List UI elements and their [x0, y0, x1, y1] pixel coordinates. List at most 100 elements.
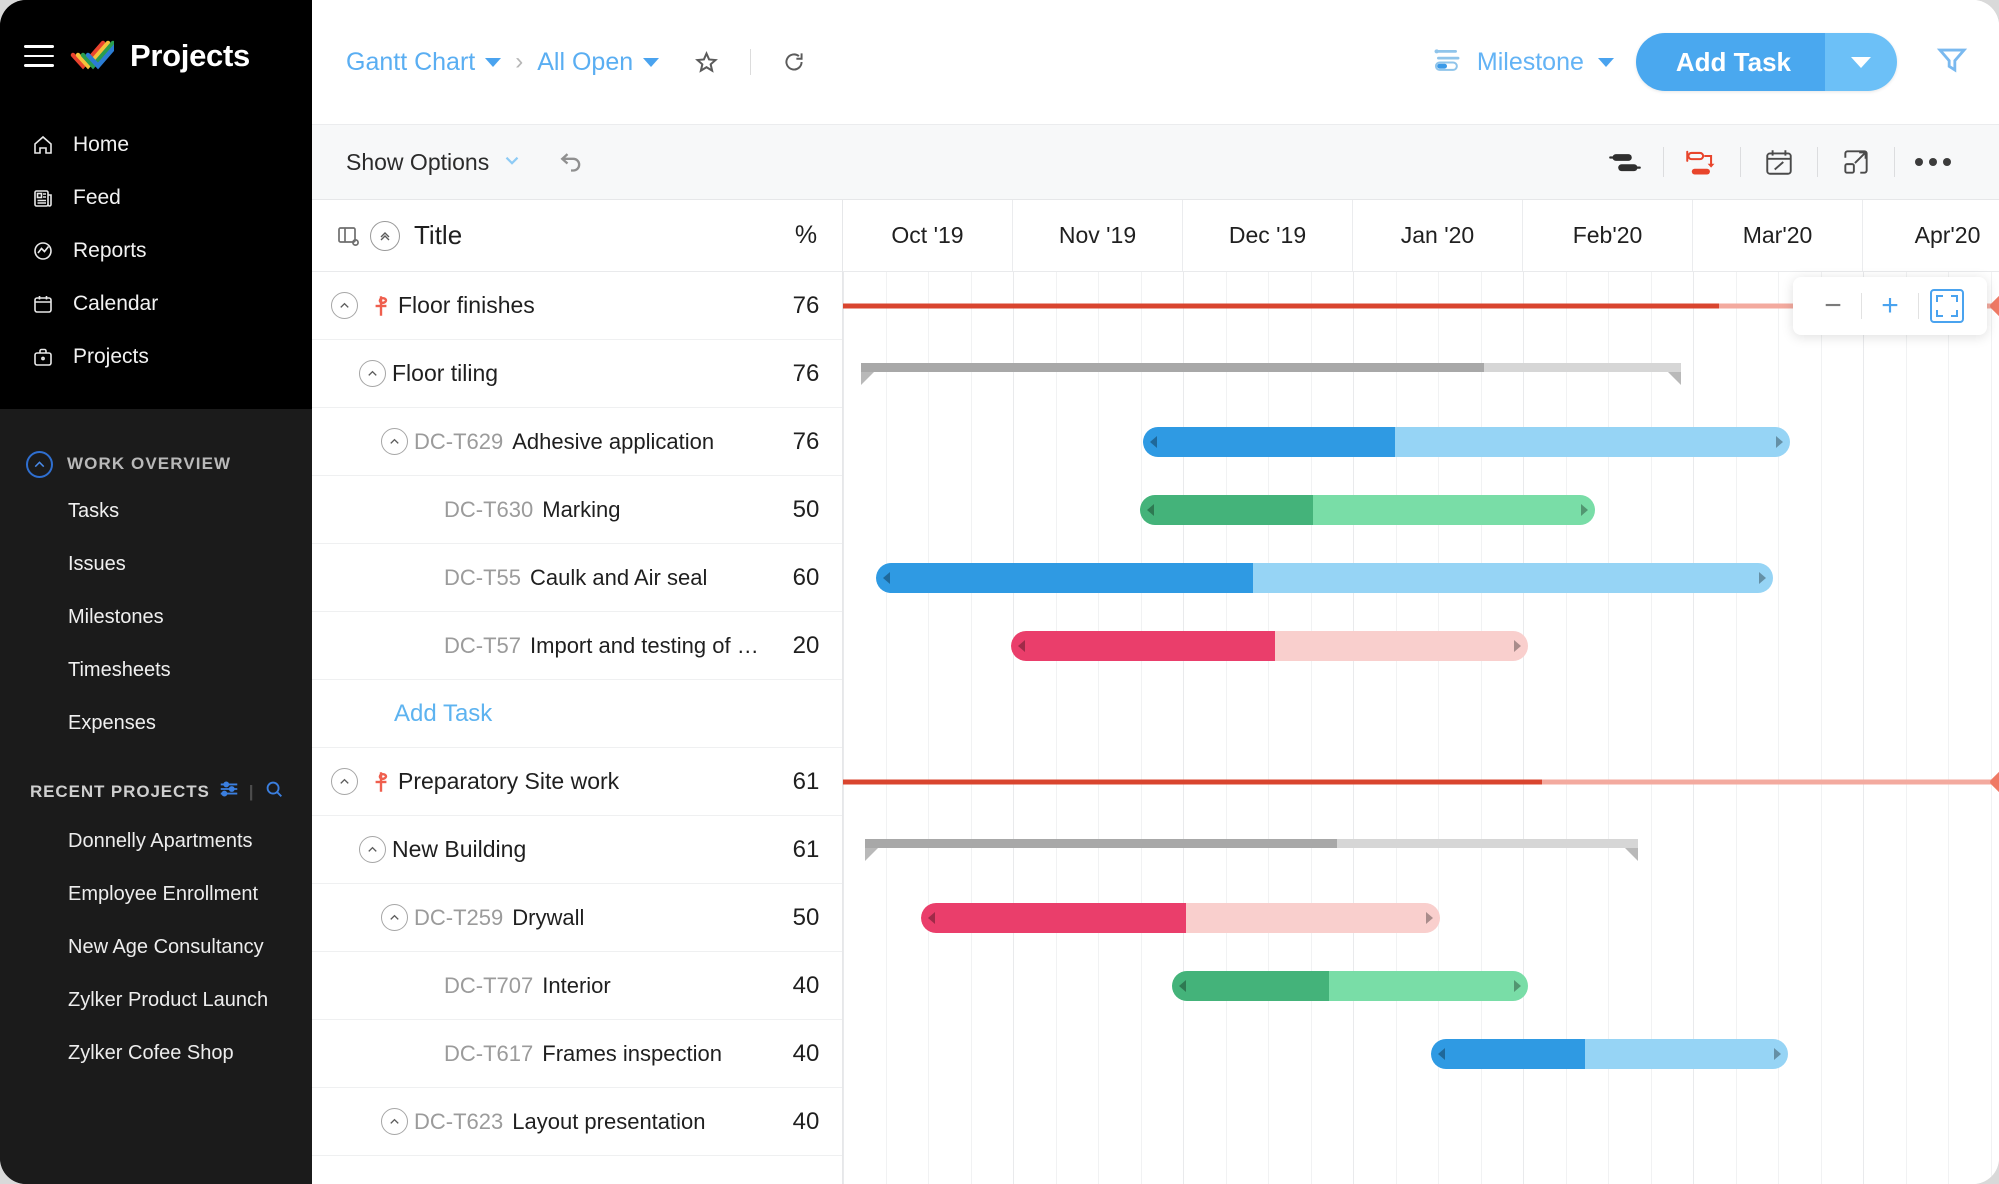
gantt-summary-bar[interactable] — [865, 839, 1638, 861]
bar-start-handle-icon[interactable] — [883, 572, 890, 584]
chevron-down-icon — [643, 57, 660, 67]
bar-end-handle-icon[interactable] — [1581, 504, 1588, 516]
table-row[interactable]: DC-T55 Caulk and Air seal 60 — [312, 544, 842, 612]
zoom-in-button[interactable]: + — [1862, 277, 1918, 335]
bar-end-handle-icon[interactable] — [1776, 436, 1783, 448]
row-collapse-icon[interactable] — [374, 904, 414, 931]
bar-start-handle-icon[interactable] — [1438, 1048, 1445, 1060]
recent-project-item[interactable]: Donnelly Apartments — [0, 815, 312, 868]
table-row[interactable]: DC-T630 Marking 50 — [312, 476, 842, 544]
bar-end-handle-icon[interactable] — [1426, 912, 1433, 924]
refresh-icon[interactable] — [781, 49, 807, 75]
bar-start-handle-icon[interactable] — [1150, 436, 1157, 448]
add-task-row[interactable]: Add Task — [312, 680, 842, 748]
show-options-button[interactable]: Show Options — [346, 149, 523, 176]
sidebar-item-reports[interactable]: Reports — [0, 224, 312, 277]
star-icon[interactable] — [693, 49, 720, 76]
table-row[interactable]: DC-T617 Frames inspection 40 — [312, 1020, 842, 1088]
table-row[interactable]: DC-T57 Import and testing of woo.. 20 — [312, 612, 842, 680]
bar-end-handle-icon[interactable] — [1774, 1048, 1781, 1060]
column-settings-icon[interactable] — [332, 224, 364, 248]
table-row[interactable]: DC-T629 Adhesive application 76 — [312, 408, 842, 476]
sidebar-item-projects[interactable]: Projects — [0, 330, 312, 383]
calendar-task-icon[interactable] — [1741, 139, 1817, 185]
gantt-task-bar[interactable] — [1140, 495, 1595, 525]
add-task-button[interactable]: Add Task — [1635, 33, 1897, 91]
table-row[interactable]: Floor tiling 76 — [312, 340, 842, 408]
row-collapse-icon[interactable] — [352, 836, 392, 863]
breadcrumb: Gantt Chart › All Open — [346, 48, 807, 77]
recent-project-item[interactable]: Zylker Product Launch — [0, 974, 312, 1027]
table-row[interactable]: DC-T623 Layout presentation 40 — [312, 1088, 842, 1156]
row-collapse-icon[interactable] — [374, 1108, 414, 1135]
bar-end-handle-icon[interactable] — [1514, 640, 1521, 652]
recent-project-item[interactable]: Zylker Cofee Shop — [0, 1027, 312, 1080]
breadcrumb-gantt-chart[interactable]: Gantt Chart — [346, 48, 502, 77]
milestone-view-button[interactable]: Milestone — [1431, 44, 1614, 81]
gantt-summary-bar[interactable] — [861, 363, 1681, 385]
sidebar-item-timesheets[interactable]: Timesheets — [0, 644, 312, 697]
row-collapse-icon[interactable] — [352, 360, 392, 387]
bar-start-handle-icon[interactable] — [1018, 640, 1025, 652]
gantt-task-bar[interactable] — [1172, 971, 1528, 1001]
table-row[interactable]: Floor finishes 76 — [312, 272, 842, 340]
gantt-bar-row — [843, 816, 1999, 884]
sidebar-item-calendar[interactable]: Calendar — [0, 277, 312, 330]
sliders-icon[interactable] — [218, 778, 240, 805]
chevrons-up-circle-icon[interactable] — [364, 220, 406, 251]
table-row[interactable]: DC-T259 Drywall 50 — [312, 884, 842, 952]
gantt-bar-progress — [1431, 1039, 1585, 1069]
gantt-task-bar[interactable] — [1143, 427, 1790, 457]
sidebar-item-tasks[interactable]: Tasks — [0, 485, 312, 538]
sidebar-item-feed[interactable]: Feed — [0, 171, 312, 224]
add-task-link[interactable]: Add Task — [312, 700, 492, 728]
bar-start-handle-icon[interactable] — [928, 912, 935, 924]
sidebar-item-home[interactable]: Home — [0, 118, 312, 171]
bar-end-handle-icon[interactable] — [1759, 572, 1766, 584]
dependency-icon[interactable] — [1664, 139, 1740, 185]
add-task-dropdown[interactable] — [1825, 33, 1897, 91]
work-overview-header[interactable]: WORK OVERVIEW — [0, 443, 312, 485]
more-options-icon[interactable] — [1895, 139, 1971, 185]
filter-funnel-icon[interactable] — [1935, 43, 1969, 82]
bars-view-icon[interactable] — [1587, 139, 1663, 185]
expand-icon[interactable] — [1818, 139, 1894, 185]
undo-icon[interactable] — [557, 146, 585, 179]
table-row[interactable]: Preparatory Site work 61 — [312, 748, 842, 816]
bar-start-handle-icon[interactable] — [1147, 504, 1154, 516]
zoho-check-logo-icon — [70, 39, 121, 73]
sidebar-item-expenses[interactable]: Expenses — [0, 697, 312, 750]
milestone-marker-icon[interactable] — [1988, 291, 1999, 321]
sidebar-item-milestones[interactable]: Milestones — [0, 591, 312, 644]
fit-to-screen-button[interactable] — [1919, 277, 1975, 335]
gantt-milestone-line[interactable] — [843, 779, 1999, 785]
milestone-remainder — [1542, 779, 1999, 785]
milestone-marker-icon[interactable] — [1988, 767, 1999, 797]
task-name: Floor finishes — [398, 292, 535, 318]
table-row[interactable]: New Building 61 — [312, 816, 842, 884]
table-row[interactable]: DC-T707 Interior 40 — [312, 952, 842, 1020]
recent-project-item[interactable]: Employee Enrollment — [0, 868, 312, 921]
task-name: Frames inspection — [542, 1040, 722, 1066]
row-collapse-icon[interactable] — [324, 768, 364, 795]
search-icon[interactable] — [263, 778, 285, 805]
add-task-label: Add Task — [1635, 33, 1825, 91]
sidebar-item-issues[interactable]: Issues — [0, 538, 312, 591]
row-title: DC-T623 Layout presentation — [312, 1108, 770, 1135]
bar-end-handle-icon[interactable] — [1514, 980, 1521, 992]
row-collapse-icon[interactable] — [324, 292, 364, 319]
breadcrumb-all-open[interactable]: All Open — [537, 48, 660, 77]
gantt-task-bar[interactable] — [1011, 631, 1528, 661]
summary-start-tip — [861, 372, 874, 385]
toolbar-right-actions — [1587, 139, 1971, 185]
hamburger-icon[interactable] — [24, 45, 54, 67]
gantt-task-bar[interactable] — [1431, 1039, 1788, 1069]
gantt-task-bar[interactable] — [921, 903, 1440, 933]
gantt-task-bar[interactable] — [876, 563, 1773, 593]
bar-start-handle-icon[interactable] — [1179, 980, 1186, 992]
row-collapse-icon[interactable] — [374, 428, 414, 455]
gantt-bar-row — [843, 340, 1999, 408]
gantt-bar-row — [843, 544, 1999, 612]
recent-project-item[interactable]: New Age Consultancy — [0, 921, 312, 974]
zoom-out-button[interactable]: − — [1805, 277, 1861, 335]
